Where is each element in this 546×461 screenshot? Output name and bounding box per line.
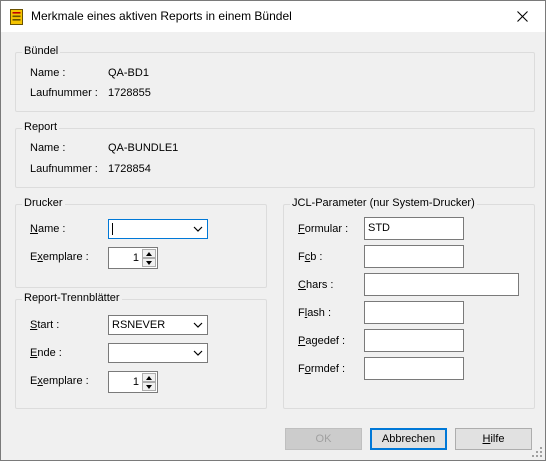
jcl-chars-field[interactable]: [364, 273, 519, 296]
drucker-name-label: Name :: [30, 223, 66, 235]
buendel-name-label: Name :: [30, 67, 66, 79]
trennblaetter-start-label: Start :: [30, 319, 60, 331]
chevron-down-icon: [193, 322, 203, 328]
trennblaetter-start-combobox[interactable]: RSNEVER: [108, 315, 208, 335]
jcl-group-label: JCL-Parameter (nur System-Drucker): [290, 197, 477, 209]
drucker-group: Drucker: [15, 197, 267, 288]
chevron-down-icon: [193, 226, 203, 232]
report-group-label: Report: [22, 121, 60, 133]
drucker-exemplare-spinner[interactable]: 1: [108, 247, 158, 269]
spin-down-button[interactable]: [142, 258, 156, 267]
spin-up-icon: [146, 251, 152, 256]
spin-down-icon: [146, 384, 152, 389]
chevron-down-icon: [193, 350, 203, 356]
jcl-formular-label: Formular :: [298, 223, 349, 235]
trennblaetter-exemplare-label: Exemplare :: [30, 375, 89, 387]
drucker-exemplare-value: 1: [132, 252, 139, 264]
jcl-pagedef-field[interactable]: [364, 329, 464, 352]
jcl-chars-label: Chars :: [298, 279, 334, 291]
ok-button[interactable]: OK: [285, 428, 362, 450]
spin-down-button[interactable]: [142, 382, 156, 391]
spin-up-button[interactable]: [142, 373, 156, 382]
trennblaetter-ende-combobox[interactable]: [108, 343, 208, 363]
jcl-formdef-field[interactable]: [364, 357, 464, 380]
jcl-fcb-field[interactable]: [364, 245, 464, 268]
report-name-value: QA-BUNDLE1: [108, 142, 179, 154]
report-laufnummer-value: 1728854: [108, 163, 151, 175]
jcl-fcb-label: Fcb :: [298, 251, 323, 263]
drucker-name-combobox[interactable]: [108, 219, 208, 239]
trennblaetter-exemplare-value: 1: [132, 376, 139, 388]
jcl-formdef-label: Formdef :: [298, 363, 346, 375]
buendel-group: Bündel: [15, 45, 535, 112]
buendel-laufnummer-label: Laufnummer :: [30, 87, 98, 99]
buendel-laufnummer-value: 1728855: [108, 87, 151, 99]
resize-grip-icon[interactable]: [531, 446, 543, 458]
trennblaetter-exemplare-spinner[interactable]: 1: [108, 371, 158, 393]
jcl-pagedef-label: Pagedef :: [298, 335, 346, 347]
close-button[interactable]: [499, 1, 545, 32]
buendel-name-value: QA-BD1: [108, 67, 149, 79]
report-name-label: Name :: [30, 142, 66, 154]
window-title: Merkmale eines aktiven Reports in einem …: [31, 9, 292, 23]
report-group: Report: [15, 121, 535, 188]
title-bar[interactable]: Merkmale eines aktiven Reports in einem …: [1, 1, 545, 32]
text-caret: [112, 223, 113, 235]
trennblaetter-group-label: Report-Trennblätter: [22, 292, 122, 304]
abbrechen-button[interactable]: Abbrechen: [370, 428, 447, 450]
report-bundle-icon: [10, 9, 23, 25]
close-icon: [516, 11, 528, 22]
spin-up-icon: [146, 375, 152, 380]
dialog-window: Merkmale eines aktiven Reports in einem …: [0, 0, 546, 461]
drucker-group-label: Drucker: [22, 197, 65, 209]
spin-up-button[interactable]: [142, 249, 156, 258]
buendel-group-label: Bündel: [22, 45, 61, 57]
drucker-exemplare-label: Exemplare :: [30, 251, 89, 263]
hilfe-button[interactable]: Hilfe: [455, 428, 532, 450]
spin-down-icon: [146, 260, 152, 265]
trennblaetter-ende-label: Ende :: [30, 347, 62, 359]
report-laufnummer-label: Laufnummer :: [30, 163, 98, 175]
jcl-flash-field[interactable]: [364, 301, 464, 324]
jcl-flash-label: Flash :: [298, 307, 332, 319]
jcl-formular-field[interactable]: STD: [364, 217, 464, 240]
